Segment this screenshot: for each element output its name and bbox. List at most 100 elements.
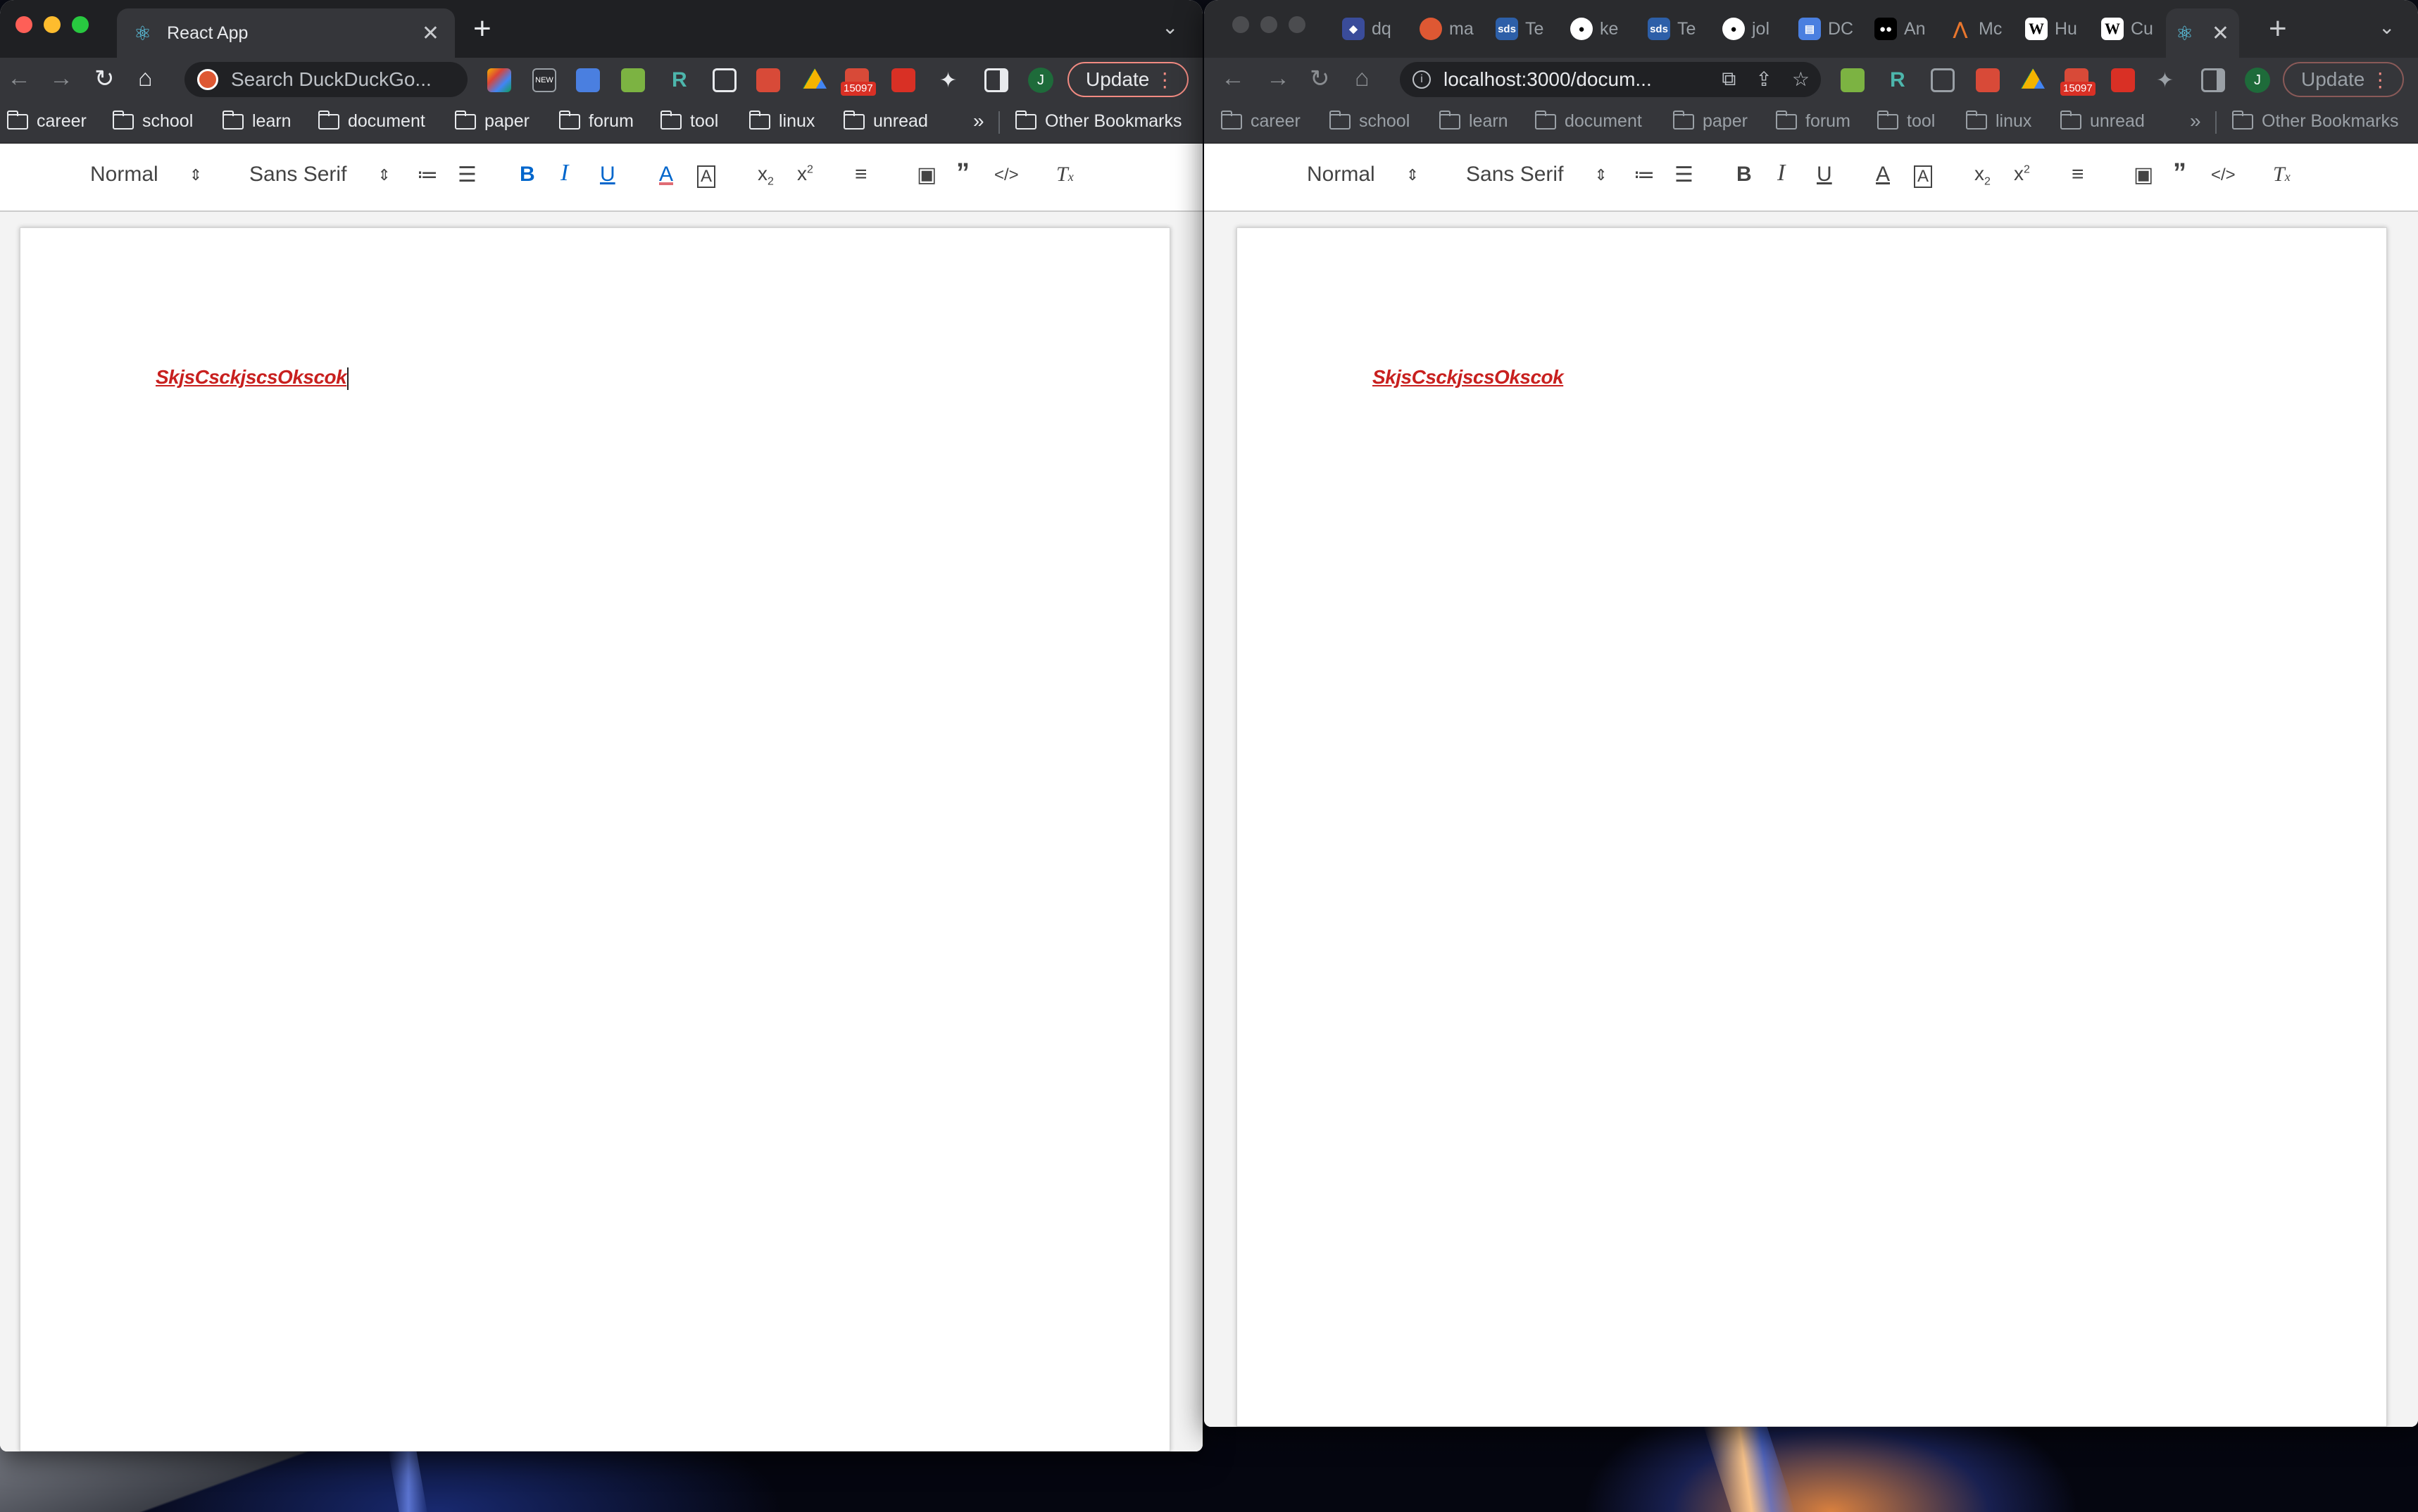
minimize-window-button[interactable]	[44, 16, 61, 33]
color-palette-extension-icon[interactable]	[487, 68, 511, 92]
omnibox[interactable]: i localhost:3000/docum... ⧉ ⇪ ☆	[1400, 62, 1821, 97]
bookmark-folder[interactable]: school	[1329, 110, 1410, 132]
bullet-list-icon[interactable]: ☰	[458, 163, 477, 187]
back-icon[interactable]: ←	[1221, 65, 1245, 92]
tab-item[interactable]: ◆ dq	[1342, 11, 1415, 46]
share-icon[interactable]: ⇪	[1755, 68, 1772, 91]
blockquote-icon[interactable]: ”	[956, 158, 970, 189]
subscript-icon[interactable]: x2	[758, 163, 774, 189]
tab-item[interactable]: ●● An	[1874, 11, 1948, 46]
forward-icon[interactable]: →	[49, 65, 73, 92]
underline-icon[interactable]: U	[1817, 163, 1832, 187]
avatar[interactable]: J	[2245, 68, 2270, 93]
image-icon[interactable]: ▣	[917, 163, 936, 187]
translate-extension-icon[interactable]	[576, 68, 600, 92]
new-tab-button[interactable]: +	[2269, 11, 2287, 46]
tab-react-app-active[interactable]: ⚛ ✕	[2166, 8, 2239, 58]
other-bookmarks[interactable]: Other Bookmarks	[2232, 110, 2399, 132]
home-icon[interactable]: ⌂	[138, 65, 153, 92]
tab-search-chevron-icon[interactable]: ⌄	[2379, 15, 2395, 39]
tab-item[interactable]: ● jol	[1722, 11, 1796, 46]
tab-item[interactable]: ⋀ Mc	[1949, 11, 2022, 46]
maximize-window-button[interactable]	[72, 16, 89, 33]
minimize-window-button[interactable]	[1260, 16, 1277, 33]
new-tab-button[interactable]: +	[473, 11, 491, 46]
side-panel-icon[interactable]	[2201, 68, 2225, 92]
bookmark-star-icon[interactable]: ☆	[1792, 68, 1810, 91]
bookmarks-overflow-button[interactable]: »	[2190, 110, 2201, 132]
document-page[interactable]: SkjsCsckjscsOkscok	[20, 227, 1170, 1451]
translate-icon[interactable]: ⧉	[1722, 68, 1736, 91]
bookmark-folder[interactable]: learn	[223, 110, 292, 132]
close-window-button[interactable]	[1232, 16, 1249, 33]
tab-item[interactable]: sds Te	[1648, 11, 1721, 46]
google-drive-icon[interactable]	[2021, 68, 2045, 89]
subscript-icon[interactable]: x2	[1974, 163, 1991, 189]
align-icon[interactable]: ≡	[855, 163, 867, 187]
avatar[interactable]: J	[1028, 68, 1053, 93]
bookmark-folder[interactable]: tool	[660, 110, 718, 132]
document-text[interactable]: SkjsCsckjscsOkscok	[156, 366, 349, 390]
underline-icon[interactable]: U	[600, 163, 615, 187]
bookmark-folder[interactable]: unread	[2060, 110, 2145, 132]
header-select[interactable]: Normal ⇕	[1307, 163, 1419, 187]
bookmark-folder[interactable]: paper	[455, 110, 530, 132]
clear-formatting-icon[interactable]: Tx	[2273, 163, 2291, 187]
bookmark-folder[interactable]: learn	[1439, 110, 1508, 132]
gift-extension-icon[interactable]	[756, 68, 780, 92]
home-icon[interactable]: ⌂	[1355, 65, 1370, 92]
bookmark-folder[interactable]: document	[1535, 110, 1642, 132]
tab-item[interactable]: ● ke	[1570, 11, 1643, 46]
bookmark-folder[interactable]: forum	[559, 110, 634, 132]
menu-dots-icon[interactable]: ⋮	[1155, 68, 1174, 92]
document-page[interactable]: SkjsCsckjscsOkscok	[1236, 227, 2387, 1427]
bookmark-folder[interactable]: paper	[1673, 110, 1748, 132]
bookmark-folder[interactable]: document	[318, 110, 425, 132]
r-extension-icon[interactable]: R	[672, 68, 696, 92]
code-block-icon[interactable]: </>	[2211, 165, 2236, 185]
image-icon[interactable]: ▣	[2134, 163, 2153, 187]
google-drive-icon[interactable]	[803, 68, 827, 89]
close-window-button[interactable]	[15, 16, 32, 33]
bookmark-folder[interactable]: career	[1221, 110, 1301, 132]
bookmark-folder[interactable]: unread	[844, 110, 928, 132]
update-button[interactable]: Update ⋮	[1067, 62, 1189, 97]
font-select[interactable]: Sans Serif ⇕	[249, 163, 391, 187]
bookmark-folder[interactable]: tool	[1877, 110, 1935, 132]
code-block-icon[interactable]: </>	[994, 165, 1019, 185]
tab-search-chevron-icon[interactable]: ⌄	[1162, 15, 1178, 39]
text-color-icon[interactable]: A	[659, 163, 673, 187]
bold-icon[interactable]: B	[1736, 163, 1752, 187]
italic-icon[interactable]: I	[1777, 160, 1785, 187]
ordered-list-icon[interactable]: ≔	[1634, 163, 1655, 187]
bookmark-folder[interactable]: forum	[1776, 110, 1850, 132]
bookmarks-overflow-button[interactable]: »	[973, 110, 984, 132]
header-select[interactable]: Normal ⇕	[90, 163, 202, 187]
new-extension-icon[interactable]: NEW	[532, 68, 556, 92]
back-icon[interactable]: ←	[7, 65, 31, 92]
bullet-list-icon[interactable]: ☰	[1674, 163, 1693, 187]
menu-dots-icon[interactable]: ⋮	[2370, 68, 2390, 92]
ordered-list-icon[interactable]: ≔	[417, 163, 438, 187]
reload-icon[interactable]: ↻	[1310, 65, 1330, 93]
tab-item[interactable]: sds Te	[1496, 11, 1569, 46]
omnibox[interactable]: Search DuckDuckGo...	[184, 62, 468, 97]
puzzle-extensions-icon[interactable]: ✦	[939, 68, 963, 92]
frame-extension-icon[interactable]	[1931, 68, 1955, 92]
side-panel-icon[interactable]	[984, 68, 1008, 92]
background-color-icon[interactable]: A	[697, 165, 716, 188]
text-color-icon[interactable]: A	[1876, 163, 1890, 187]
background-color-icon[interactable]: A	[1914, 165, 1933, 188]
site-info-icon[interactable]: i	[1412, 70, 1431, 89]
bookmark-folder[interactable]: career	[7, 110, 87, 132]
font-select[interactable]: Sans Serif ⇕	[1466, 163, 1608, 187]
superscript-icon[interactable]: x2	[2014, 163, 2030, 185]
tab-item[interactable]: ma	[1420, 11, 1493, 46]
reload-icon[interactable]: ↻	[94, 65, 115, 93]
forward-icon[interactable]: →	[1266, 65, 1290, 92]
tab-item[interactable]: W Cu	[2101, 11, 2174, 46]
printer-extension-icon[interactable]	[1841, 68, 1865, 92]
clear-formatting-icon[interactable]: Tx	[1056, 163, 1074, 187]
update-button[interactable]: Update ⋮	[2283, 62, 2405, 97]
bookmark-folder[interactable]: linux	[749, 110, 815, 132]
